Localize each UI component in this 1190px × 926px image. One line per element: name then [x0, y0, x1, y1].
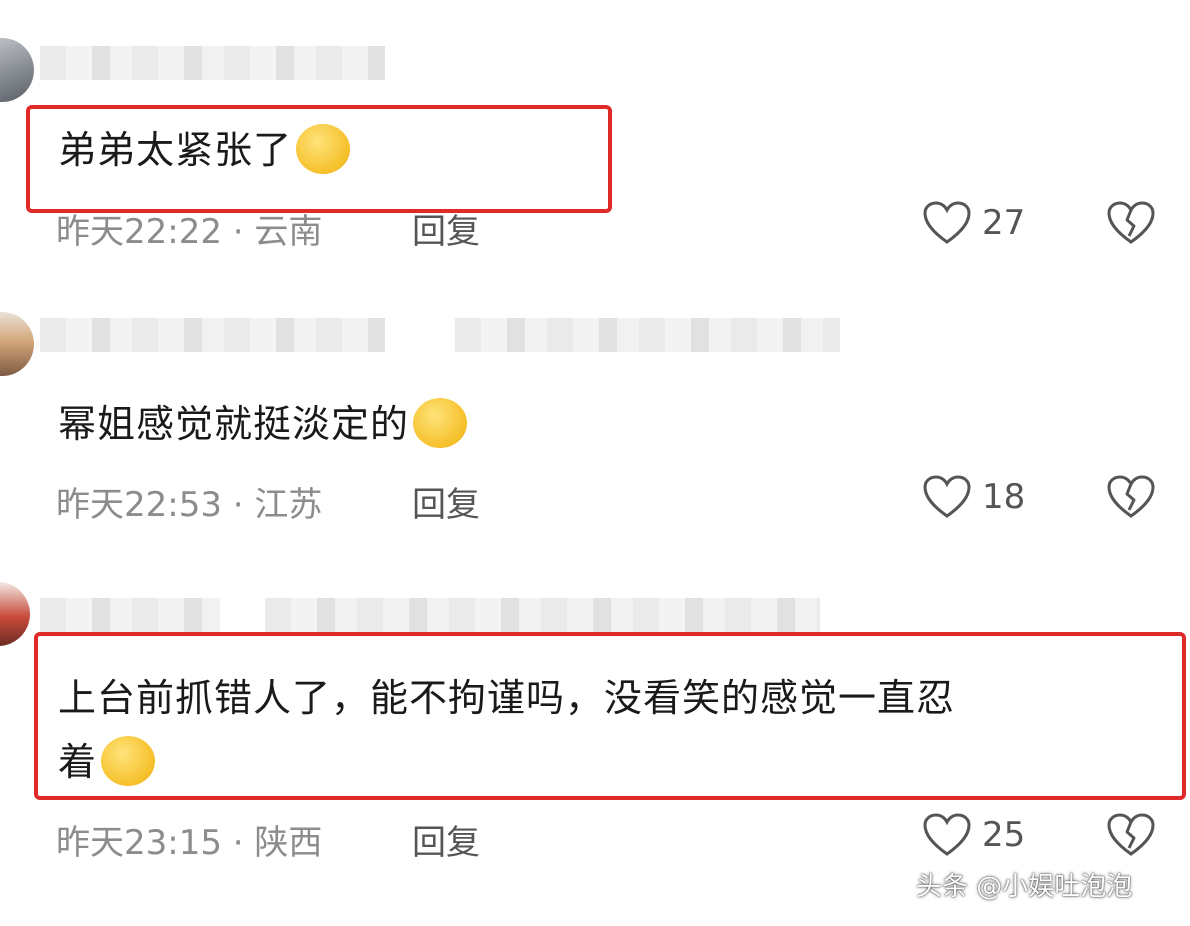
like-button[interactable]: 25: [922, 812, 1025, 858]
heart-icon: [923, 201, 971, 244]
comment-time: 昨天22:22: [56, 212, 222, 252]
like-count: 27: [982, 203, 1026, 243]
like-button[interactable]: 27: [922, 200, 1025, 246]
crying-laughing-emoji: [101, 735, 156, 786]
comment-text-line-2: 着: [58, 730, 156, 794]
comment-location: 云南: [254, 212, 323, 252]
crying-laughing-emoji: [296, 123, 351, 174]
like-count: 25: [982, 815, 1026, 855]
reply-button[interactable]: 回复: [412, 815, 480, 864]
comment-text: 幂姐感觉就挺淡定的: [58, 392, 468, 456]
avatar[interactable]: [0, 312, 34, 376]
username-blurred: [40, 598, 220, 632]
meta-separator: ·: [232, 212, 244, 252]
comment-meta: 昨天22:22 · 云南: [56, 204, 322, 253]
reply-button[interactable]: 回复: [412, 204, 480, 253]
username-blurred: [40, 46, 385, 80]
heart-icon: [923, 813, 971, 856]
broken-heart-icon: [1107, 475, 1155, 518]
like-button[interactable]: 18: [922, 474, 1025, 520]
avatar[interactable]: [0, 582, 30, 646]
comment-meta: 昨天22:53 · 江苏: [56, 477, 322, 526]
meta-separator: ·: [232, 485, 244, 525]
dislike-button[interactable]: [1106, 474, 1156, 524]
avatar[interactable]: [0, 38, 34, 102]
comment-text: 弟弟太紧张了: [58, 118, 351, 182]
comment-location: 江苏: [254, 485, 323, 525]
grinning-emoji: [413, 397, 468, 448]
comment-location: 陕西: [254, 823, 323, 863]
comment-time: 昨天23:15: [56, 823, 222, 863]
comment-text-line-1: 上台前抓错人了，能不拘谨吗，没看笑的感觉一直忍: [58, 676, 956, 720]
reply-button[interactable]: 回复: [412, 477, 480, 526]
comment-meta: 昨天23:15 · 陕西: [56, 815, 322, 864]
like-count: 18: [982, 477, 1026, 517]
heart-icon: [923, 475, 971, 518]
broken-heart-icon: [1107, 201, 1155, 244]
watermark: 头条 @小娱吐泡泡: [916, 872, 1133, 902]
comment-time: 昨天22:53: [56, 485, 222, 525]
user-info-blurred: [455, 318, 840, 352]
meta-separator: ·: [232, 823, 244, 863]
dislike-button[interactable]: [1106, 200, 1156, 250]
username-blurred: [40, 318, 385, 352]
broken-heart-icon: [1107, 813, 1155, 856]
user-info-blurred: [265, 598, 820, 632]
dislike-button[interactable]: [1106, 812, 1156, 862]
